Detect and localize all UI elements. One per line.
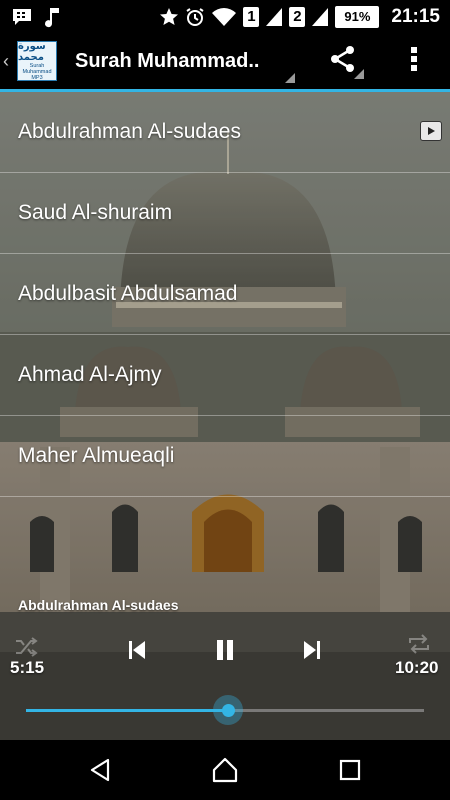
nav-back-button[interactable]	[70, 750, 130, 790]
share-icon	[329, 45, 357, 78]
share-button[interactable]	[322, 41, 364, 81]
list-item[interactable]: Saud Al-shuraim	[0, 173, 450, 254]
main-content: Abdulrahman Al-sudaes Saud Al-shuraim Ab…	[0, 92, 450, 740]
nav-recents-button[interactable]	[320, 750, 380, 790]
overflow-menu-icon	[410, 46, 418, 77]
list-item[interactable]: Abdulbasit Abdulsamad	[0, 254, 450, 335]
sim1-signal-icon	[265, 7, 283, 27]
repeat-button[interactable]	[402, 629, 436, 659]
reciter-name: Ahmad Al-Ajmy	[18, 363, 162, 386]
pause-icon	[217, 640, 233, 660]
page-title: Surah Muhammad..	[75, 49, 260, 72]
title-spinner[interactable]: Surah Muhammad..	[75, 33, 295, 89]
list-item[interactable]: Maher Almueaqli	[0, 416, 450, 497]
pause-button[interactable]	[208, 635, 242, 665]
list-item[interactable]: Abdulrahman Al-sudaes	[0, 92, 450, 173]
sim2-badge: 2	[289, 6, 306, 27]
bbm-icon	[12, 8, 32, 26]
dropdown-corner-icon	[285, 73, 295, 83]
reciter-name: Saud Al-shuraim	[18, 201, 173, 224]
status-clock: 21:15	[391, 5, 440, 27]
seek-bar-progress	[26, 709, 229, 712]
action-bar: ‹ سورة محمد Surah Muhammad MP3 Surah Muh…	[0, 33, 450, 89]
reciter-name: Abdulrahman Al-sudaes	[18, 120, 241, 143]
navigation-bar	[0, 740, 450, 800]
battery-icon: 91%	[335, 5, 380, 28]
nav-home-button[interactable]	[195, 750, 255, 790]
elapsed-time: 5:15	[10, 658, 45, 677]
next-button[interactable]	[297, 635, 327, 665]
sim2-signal-icon	[311, 7, 329, 27]
up-chevron-icon[interactable]: ‹	[3, 51, 15, 72]
home-icon	[212, 757, 238, 783]
next-icon	[304, 641, 320, 659]
alarm-icon	[185, 7, 205, 27]
seek-bar-thumb-core	[221, 703, 235, 717]
star-icon	[159, 7, 179, 27]
shuffle-icon	[16, 637, 38, 657]
list-item[interactable]: Ahmad Al-Ajmy	[0, 335, 450, 416]
reciter-name: Maher Almueaqli	[18, 444, 175, 467]
reciter-list: Abdulrahman Al-sudaes Saud Al-shuraim Ab…	[0, 92, 450, 497]
play-indicator-icon	[420, 121, 442, 141]
reciter-name: Abdulbasit Abdulsamad	[18, 282, 238, 305]
overflow-menu-button[interactable]	[398, 41, 430, 81]
recents-icon	[339, 759, 361, 781]
wifi-icon	[211, 7, 237, 27]
previous-icon	[129, 641, 145, 659]
seek-bar-thumb[interactable]	[213, 695, 244, 725]
music-note-icon	[44, 6, 62, 28]
previous-button[interactable]	[122, 635, 152, 665]
app-logo[interactable]: سورة محمد Surah Muhammad MP3	[17, 41, 57, 81]
now-playing-title: Abdulrahman Al-sudaes	[18, 597, 179, 613]
repeat-icon	[409, 634, 429, 654]
status-bar: 1 2 91% 21:15	[0, 0, 450, 33]
back-icon	[90, 758, 110, 782]
seek-bar[interactable]	[26, 695, 424, 725]
app-logo-arabic: سورة محمد	[18, 41, 46, 63]
share-corner-icon	[354, 69, 364, 79]
sim1-badge: 1	[243, 6, 260, 27]
total-duration: 10:20	[395, 658, 439, 677]
app-logo-line2: Muhammad MP3	[22, 69, 52, 81]
